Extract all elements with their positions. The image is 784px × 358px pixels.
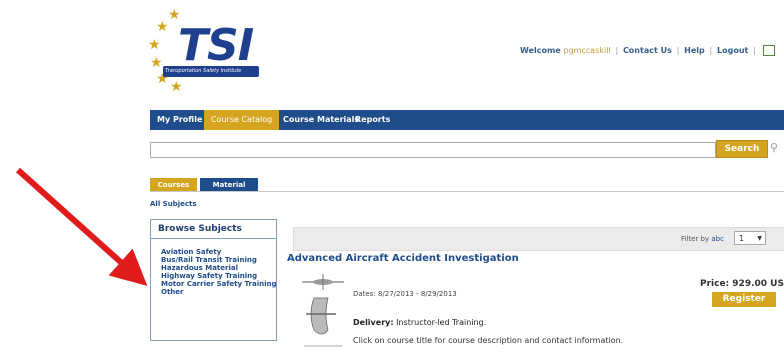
subject-list: Aviation Safety Bus/Rail Transit Trainin… xyxy=(161,248,276,296)
main-nav: My Profile Course Catalog Course Materia… xyxy=(150,110,784,130)
browse-title: Browse Subjects xyxy=(158,224,242,234)
top-links: Welcome pgmccaskill | Contact Us | Help … xyxy=(520,45,775,56)
welcome-text: Welcome xyxy=(520,46,561,55)
course-delivery: Delivery: Instructor-led Training. xyxy=(353,318,487,327)
filter-bar: Filter by abc 1 ▼ xyxy=(293,227,784,251)
tab-courses[interactable]: Courses xyxy=(150,178,197,192)
nav-my-profile[interactable]: My Profile xyxy=(157,110,202,130)
contact-us-link[interactable]: Contact Us xyxy=(623,46,672,55)
browse-subjects-panel: Browse Subjects Aviation Safety Bus/Rail… xyxy=(150,219,277,341)
chevron-down-icon: ▼ xyxy=(757,235,762,242)
star-icon: ★ xyxy=(170,79,183,95)
nav-course-catalog[interactable]: Course Catalog xyxy=(204,110,280,130)
logo-subtitle: Transportation Safety Institute xyxy=(165,68,242,74)
nav-course-materials[interactable]: Course Materials xyxy=(283,110,359,130)
subject-link[interactable]: Motor Carrier Safety Training xyxy=(161,280,276,288)
username-link[interactable]: pgmccaskill xyxy=(564,46,611,55)
subject-link[interactable]: Highway Safety Training xyxy=(161,272,276,280)
tab-material[interactable]: Material xyxy=(200,178,258,192)
star-icon: ★ xyxy=(148,37,161,53)
course-title-link[interactable]: Advanced Aircraft Accident Investigation xyxy=(287,253,519,264)
star-icon: ★ xyxy=(156,19,169,35)
filter-option-link[interactable]: abc xyxy=(711,235,724,243)
star-icon: ★ xyxy=(150,55,163,71)
subject-link[interactable]: Aviation Safety xyxy=(161,248,276,256)
course-note: Click on course title for course descrip… xyxy=(353,336,624,345)
breadcrumb[interactable]: All Subjects xyxy=(150,200,197,208)
tab-divider xyxy=(150,191,784,192)
subject-link[interactable]: Hazardous Material xyxy=(161,264,276,272)
magnifier-icon[interactable]: ⚲ xyxy=(770,141,784,155)
print-icon[interactable] xyxy=(762,45,775,56)
register-button[interactable]: Register xyxy=(712,292,776,307)
tsi-logo[interactable]: ★ ★ ★ ★ ★ ★ TSI Transportation Safety In… xyxy=(148,8,278,94)
logo-text: TSI xyxy=(178,20,254,71)
logout-link[interactable]: Logout xyxy=(717,46,748,55)
nav-reports[interactable]: Reports xyxy=(355,110,390,130)
page-select[interactable]: 1 ▼ xyxy=(734,231,766,245)
filter-label: Filter by abc xyxy=(681,235,724,243)
course-price: Price: 929.00 US xyxy=(700,279,784,289)
search-input[interactable] xyxy=(150,142,716,158)
search-button[interactable]: Search xyxy=(716,140,768,158)
aircraft-diagram-image xyxy=(302,274,344,347)
course-dates: Dates: 8/27/2013 - 8/29/2013 xyxy=(353,290,457,298)
subject-link[interactable]: Bus/Rail Transit Training xyxy=(161,256,276,264)
subject-link[interactable]: Other xyxy=(161,288,276,296)
help-link[interactable]: Help xyxy=(684,46,705,55)
